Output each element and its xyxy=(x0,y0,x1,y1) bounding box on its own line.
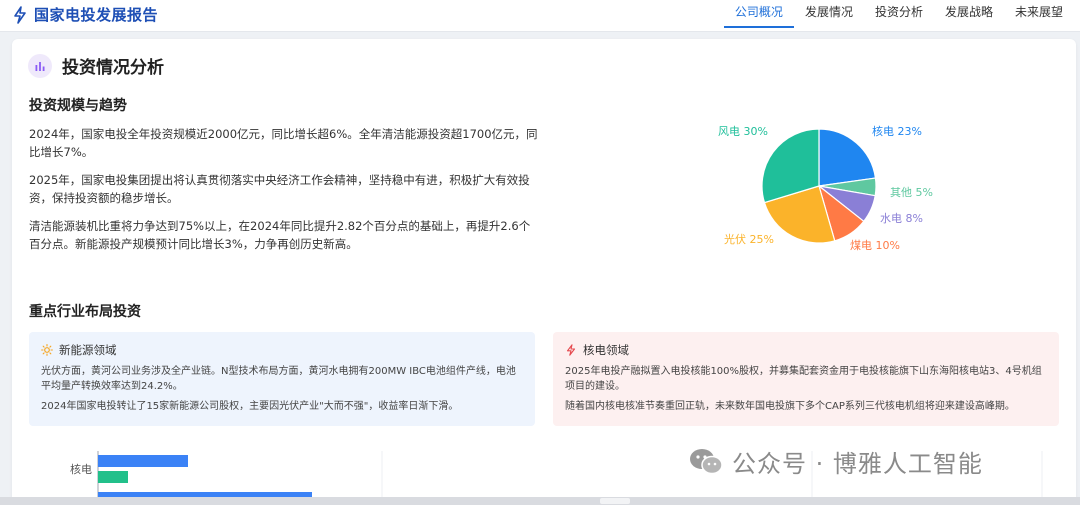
lightning-icon xyxy=(14,5,26,24)
horizontal-scrollbar[interactable] xyxy=(0,497,1080,505)
pie-label-其他: 其他 5% xyxy=(890,186,933,199)
pie-chart-svg: 核电 23% 其他 5% 水电 8% 煤电 10% 光伏 25% 风电 30% xyxy=(718,124,933,252)
new-energy-text-1: 光伏方面，黄河公司业务涉及全产业链。N型技术布局方面，黄河水电拥有200MW I… xyxy=(41,366,516,392)
nuclear-text-2: 随着国内核电核准节奏重回正轨，未来数年国电投旗下多个CAP系列三代核电机组将迎来… xyxy=(565,401,1015,412)
scale-trend-heading: 投资规模与趋势 xyxy=(29,98,127,114)
scale-paragraph-2: 2025年，国家电投集团提出将认真贯彻落实中央经济工作会精神，坚持稳中有进，积极… xyxy=(29,173,530,205)
top-navbar: 国家电投发展报告 公司概况 发展情况 投资分析 发展战略 未来展望 xyxy=(0,0,1080,32)
nav-item-company-overview[interactable]: 公司概况 xyxy=(723,4,794,28)
bar-series-0 xyxy=(98,455,188,467)
section-header: 投资情况分析 xyxy=(28,53,164,78)
pie-label-风电: 风电 30% xyxy=(718,125,768,138)
new-energy-panel: 新能源领域 光伏方面，黄河公司业务涉及全产业链。N型技术布局方面，黄河水电拥有2… xyxy=(29,332,535,426)
pie-label-煤电: 煤电 10% xyxy=(850,239,900,252)
nuclear-text-1: 2025年电投产融拟置入电投核能100%股权，并募集配套资金用于电投核能旗下山东… xyxy=(565,366,1042,392)
pie-label-核电: 核电 23% xyxy=(872,124,922,138)
watermark-text: 公众号 · 博雅人工智能 xyxy=(732,450,983,478)
pie-slice-核电 xyxy=(818,128,877,187)
sun-icon xyxy=(41,344,53,356)
scale-paragraph-3: 清洁能源装机比重将力争达到75%以上，在2024年同比提升2.82个百分点的基础… xyxy=(29,219,531,251)
nav-item-development-status[interactable]: 发展情况 xyxy=(794,4,864,28)
nuclear-panel: 核电领域 2025年电投产融拟置入电投核能100%股权，并募集配套资金用于电投核… xyxy=(553,332,1059,426)
wechat-icon xyxy=(690,448,723,474)
bar-category-label: 核电 xyxy=(70,462,92,476)
investment-analysis-card: 投资情况分析 投资规模与趋势 2024年，国家电投全年投资规模近2000亿元，同… xyxy=(12,39,1076,505)
lightning-icon xyxy=(566,344,576,356)
pie-label-光伏: 光伏 25% xyxy=(724,232,774,246)
new-energy-title: 新能源领域 xyxy=(59,343,117,357)
nav-item-development-strategy[interactable]: 发展战略 xyxy=(934,4,1004,28)
scale-paragraph-1: 2024年，国家电投全年投资规模近2000亿元，同比增长超6%。全年清洁能源投资… xyxy=(29,127,538,159)
investment-pie-chart: 核电 23% 其他 5% 水电 8% 煤电 10% 光伏 25% 风电 30% xyxy=(702,119,942,259)
section-title: 投资情况分析 xyxy=(62,58,164,78)
pie-label-水电: 水电 8% xyxy=(880,212,923,225)
scrollbar-thumb[interactable] xyxy=(600,498,630,504)
main-nav: 公司概况 发展情况 投资分析 发展战略 未来展望 xyxy=(723,4,1074,28)
nav-item-investment-analysis[interactable]: 投资分析 xyxy=(864,4,934,28)
nav-item-future-outlook[interactable]: 未来展望 xyxy=(1004,4,1074,28)
industry-layout-heading: 重点行业布局投资 xyxy=(29,304,141,320)
app-title: 国家电投发展报告 xyxy=(34,6,159,24)
bar-series-1 xyxy=(98,471,128,483)
nuclear-title: 核电领域 xyxy=(583,343,629,357)
wechat-watermark: 公众号 · 博雅人工智能 xyxy=(688,444,983,479)
brand[interactable]: 国家电投发展报告 xyxy=(12,4,158,25)
new-energy-text-2: 2024年国家电投转让了15家新能源公司股权，主要因光伏产业"大而不强"，收益率… xyxy=(41,401,459,412)
chart-bars-icon xyxy=(28,53,52,78)
